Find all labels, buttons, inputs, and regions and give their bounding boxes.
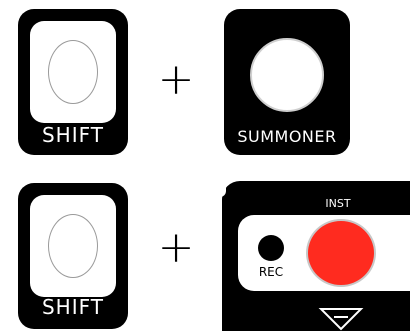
summoner-key-label: SUMMONER [237, 127, 337, 146]
shift-key[interactable]: SHIFT [18, 183, 128, 329]
triangle-down-icon [318, 308, 364, 331]
panel-face: REC [238, 215, 410, 291]
shift-key-circle [48, 214, 98, 278]
shift-key-face [30, 195, 116, 297]
shift-key-circle [48, 40, 98, 104]
summoner-key-circle [250, 38, 324, 112]
inst-label: INST [325, 197, 351, 210]
shift-key-label: SHIFT [41, 123, 104, 147]
summoner-key[interactable]: SUMMONER [224, 9, 350, 155]
plus-sign: + [157, 54, 195, 105]
inst-button[interactable] [306, 219, 376, 287]
rec-inst-panel: INST REC [222, 181, 410, 331]
shift-key-label: SHIFT [41, 295, 104, 319]
rec-label: REC [258, 265, 284, 279]
rec-button[interactable] [258, 235, 284, 261]
shift-key[interactable]: SHIFT [18, 9, 128, 155]
shift-key-face [30, 21, 116, 123]
plus-sign: + [157, 222, 195, 273]
